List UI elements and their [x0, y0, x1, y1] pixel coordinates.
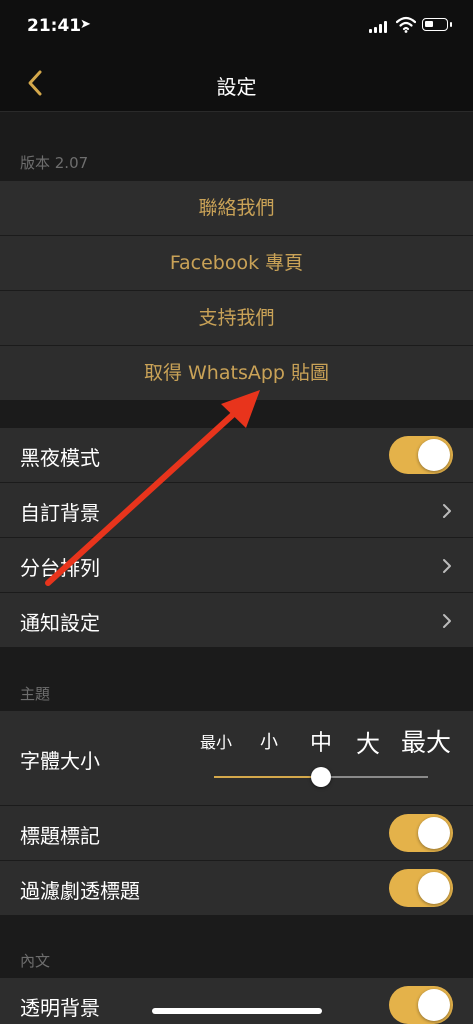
transparent-background-row: 透明背景: [0, 978, 473, 1024]
navigation-bar: 設定: [0, 56, 473, 112]
chevron-right-icon: [443, 614, 451, 628]
contact-us-link[interactable]: 聯絡我們: [0, 181, 473, 236]
filter-spoiler-row: 過濾劇透標題: [0, 861, 473, 916]
notification-settings-label: 通知設定: [20, 611, 100, 635]
status-bar: 21:41 ➤: [0, 0, 473, 56]
font-size-row: 字體大小 最小 小 中 大 最大: [0, 711, 473, 806]
title-mark-label: 標題標記: [20, 824, 100, 848]
font-size-option-smallest[interactable]: 最小: [200, 729, 232, 753]
transparent-background-label: 透明背景: [20, 996, 100, 1020]
battery-level-fill: [425, 21, 433, 27]
wifi-icon: [396, 16, 416, 33]
filter-spoiler-toggle[interactable]: [389, 869, 453, 907]
font-size-option-large[interactable]: 大: [356, 724, 380, 759]
support-us-link[interactable]: 支持我們: [0, 291, 473, 346]
title-mark-toggle[interactable]: [389, 814, 453, 852]
font-size-option-small[interactable]: 小: [260, 728, 278, 754]
channel-order-row[interactable]: 分台排列: [0, 538, 473, 593]
battery-icon: [422, 18, 452, 31]
filter-spoiler-label: 過濾劇透標題: [20, 879, 140, 903]
channel-order-label: 分台排列: [20, 556, 100, 580]
chevron-right-icon: [443, 559, 451, 573]
whatsapp-stickers-link[interactable]: 取得 WhatsApp 貼圖: [0, 346, 473, 401]
custom-background-row[interactable]: 自訂背景: [0, 483, 473, 538]
font-size-slider-thumb[interactable]: [311, 767, 331, 787]
notification-settings-row[interactable]: 通知設定: [0, 593, 473, 648]
font-size-label: 字體大小: [20, 749, 100, 773]
dark-mode-toggle[interactable]: [389, 436, 453, 474]
body-header: 內文: [20, 952, 51, 970]
font-size-option-medium[interactable]: 中: [310, 725, 332, 757]
version-header: 版本 2.07: [20, 154, 89, 172]
home-indicator: [152, 1008, 322, 1014]
font-size-slider-fill: [214, 776, 321, 778]
title-mark-row: 標題標記: [0, 806, 473, 861]
page-title: 設定: [216, 75, 257, 99]
transparent-background-toggle[interactable]: [389, 986, 453, 1024]
chevron-right-icon: [443, 504, 451, 518]
custom-background-label: 自訂背景: [20, 501, 100, 525]
facebook-page-link[interactable]: Facebook 專頁: [0, 236, 473, 291]
dark-mode-row: 黑夜模式: [0, 428, 473, 483]
status-time: 21:41: [27, 16, 82, 36]
font-size-option-largest[interactable]: 最大: [401, 723, 451, 759]
theme-header: 主題: [20, 685, 51, 703]
cellular-signal-icon: [369, 21, 389, 33]
dark-mode-label: 黑夜模式: [20, 446, 100, 470]
location-arrow-icon: ➤: [80, 17, 91, 32]
